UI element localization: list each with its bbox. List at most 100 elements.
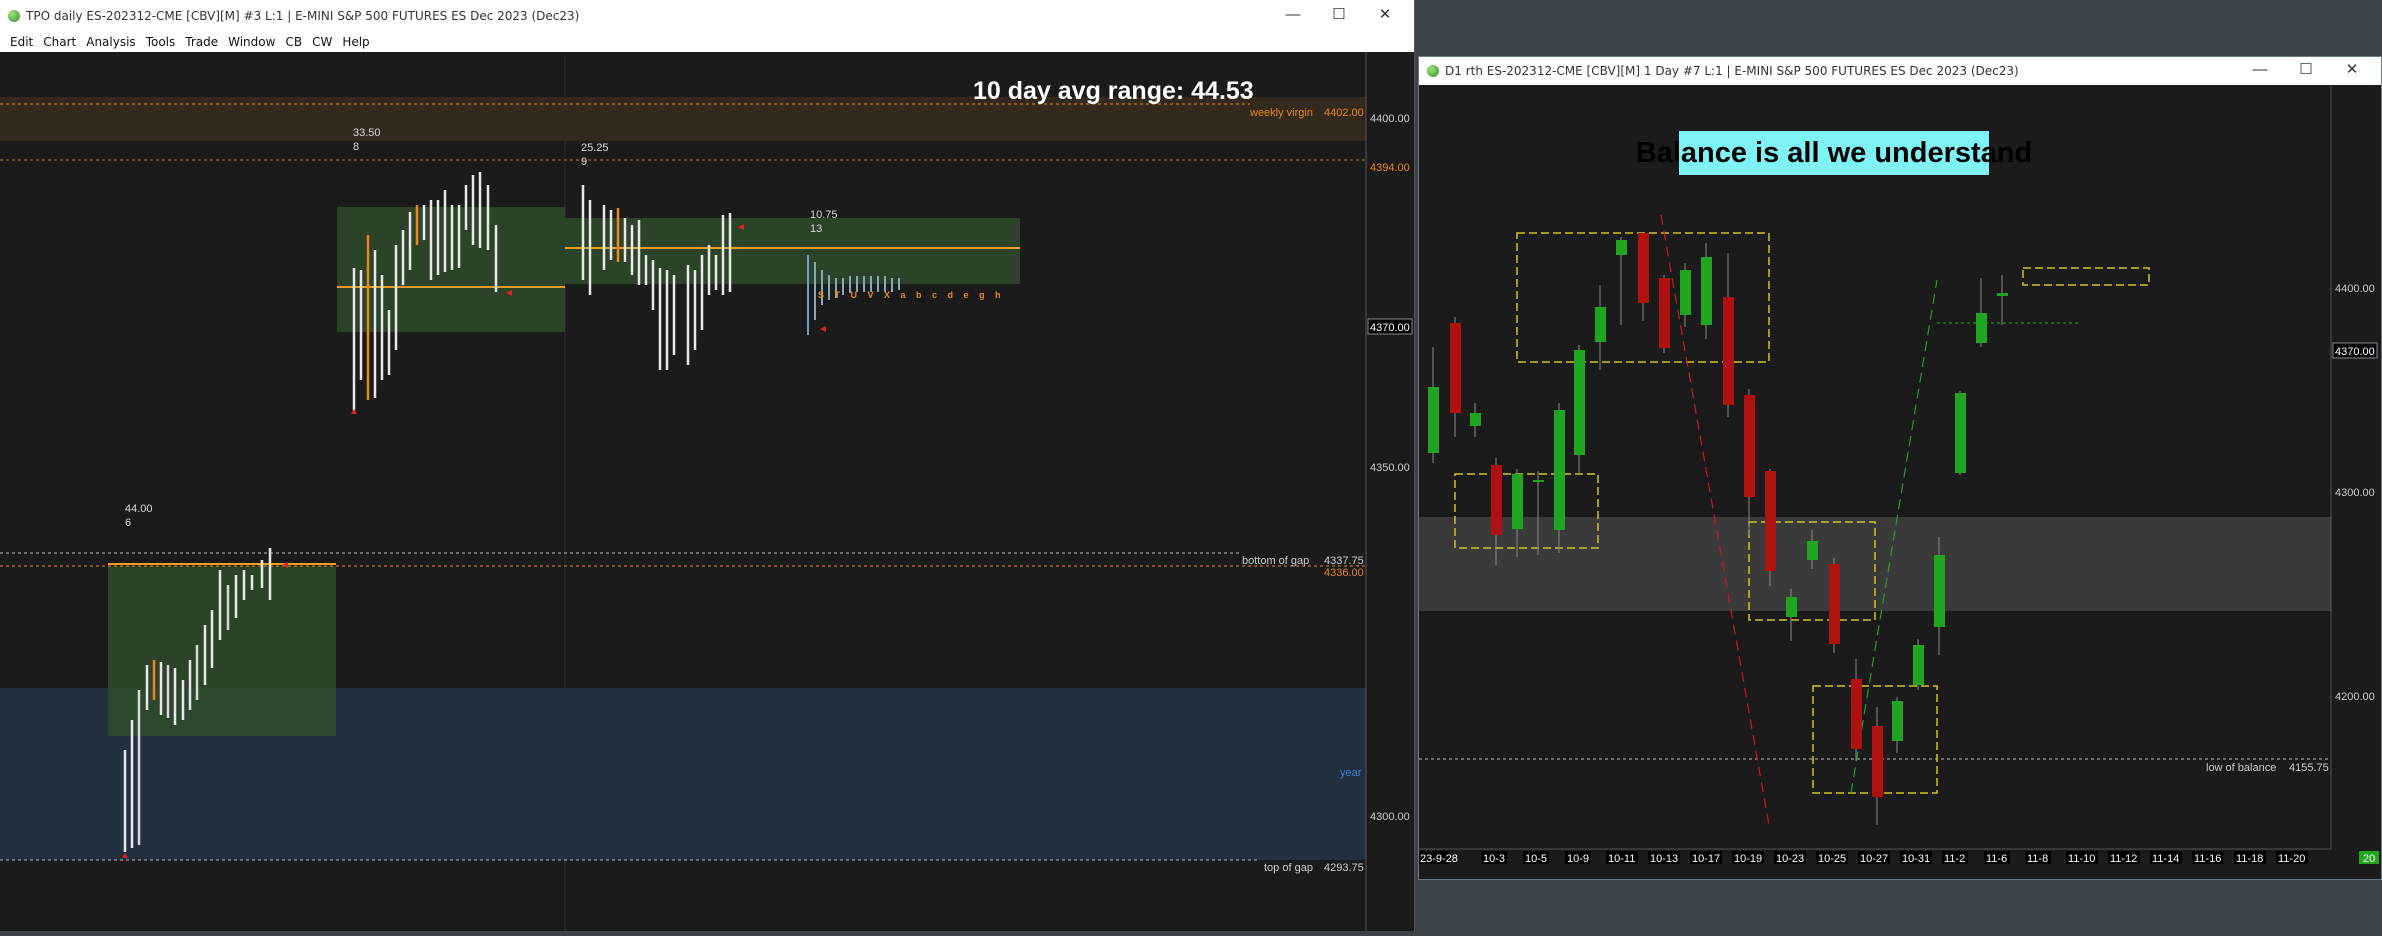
top-gap-price: 4293.75 — [1324, 862, 1364, 874]
low-balance-label: low of balance — [2206, 762, 2276, 774]
level-4336-price: 4336.00 — [1324, 567, 1364, 579]
date-tick: 10-13 — [1650, 853, 1678, 865]
menu-edit[interactable]: Edit — [10, 35, 33, 49]
year-label: year — [1340, 767, 1362, 779]
price-tick-4300: 4300.00 — [2335, 487, 2375, 499]
candle-bear — [1723, 297, 1734, 405]
date-tick: 11-16 — [2194, 853, 2221, 865]
date-tick: 10-23 — [1776, 853, 1804, 865]
date-tick: 11-20 — [2278, 853, 2305, 865]
profile-range-label: 44.00 — [125, 503, 153, 515]
minimize-button[interactable]: — — [1270, 0, 1316, 32]
candle-bear — [1765, 471, 1776, 571]
candle-bull — [1595, 307, 1606, 342]
price-axis[interactable] — [1366, 52, 1414, 931]
candle-bull — [1997, 293, 2008, 296]
menu-help[interactable]: Help — [342, 35, 369, 49]
menu-analysis[interactable]: Analysis — [86, 35, 135, 49]
candle-bear — [1829, 564, 1840, 644]
menu-bar: Edit Chart Analysis Tools Trade Window C… — [0, 32, 1414, 52]
d1-titlebar[interactable]: D1 rth ES-202312-CME [CBV][M] 1 Day #7 L… — [1419, 57, 2381, 85]
price-tick-4300: 4300.00 — [1370, 811, 1410, 823]
candle-bull — [1913, 645, 1924, 685]
bottom-gap-price: 4337.75 — [1324, 555, 1364, 567]
candle-bull — [1470, 413, 1481, 426]
price-tick-4370: 4370.00 — [2335, 346, 2375, 358]
d1-chart-area[interactable]: low of balance 4155.75 Balance is all we… — [1419, 85, 2381, 879]
candle-bull — [1428, 387, 1439, 453]
price-tick-4370: 4370.00 — [1370, 322, 1410, 334]
price-tick-4400: 4400.00 — [2335, 283, 2375, 295]
avg-range-text: 10 day avg range: 44.53 — [973, 77, 1254, 105]
tpo-letters-row: S T U V X a b c d e g h — [818, 290, 1005, 300]
menu-window[interactable]: Window — [228, 35, 275, 49]
corner-badge-text: 20 — [2363, 853, 2375, 865]
menu-trade[interactable]: Trade — [185, 35, 218, 49]
date-tick: 10-19 — [1734, 853, 1762, 865]
date-tick: 10-11 — [1608, 853, 1635, 865]
profile-range-label: 10.75 — [810, 209, 838, 221]
profile-count-label: 9 — [581, 156, 587, 168]
candle-bear — [1659, 278, 1670, 348]
profile-range-label: 25.25 — [581, 142, 609, 154]
candle-bear — [1744, 395, 1755, 497]
date-tick: 11-8 — [2027, 853, 2048, 865]
menu-cw[interactable]: CW — [312, 35, 332, 49]
bottom-gap-label: bottom of gap — [1242, 555, 1309, 567]
maximize-button[interactable]: ☐ — [1316, 0, 1362, 32]
value-area-day1 — [108, 566, 336, 736]
candle-bull — [1554, 410, 1565, 530]
price-tick-4400: 4400.00 — [1370, 113, 1410, 125]
price-tick-4200: 4200.00 — [2335, 691, 2375, 703]
date-tick: 11-2 — [1944, 853, 1965, 865]
date-tick: 10-31 — [1902, 853, 1930, 865]
profile-count-label: 6 — [125, 517, 131, 529]
profile-count-label: 13 — [810, 223, 822, 235]
candle-bull — [1616, 240, 1627, 255]
maximize-button[interactable]: ☐ — [2283, 57, 2329, 85]
date-tick: 11-10 — [2068, 853, 2095, 865]
profile-count-label: 8 — [353, 141, 359, 153]
candle-bull — [1512, 474, 1523, 529]
candle-bear — [1491, 465, 1502, 535]
candle-bull — [1680, 270, 1691, 315]
low-balance-price: 4155.75 — [2289, 762, 2329, 774]
close-button[interactable]: ✕ — [2329, 57, 2375, 85]
menu-tools[interactable]: Tools — [146, 35, 176, 49]
date-tick: 11-18 — [2236, 853, 2263, 865]
candle-bull — [1892, 701, 1903, 741]
top-gap-label: top of gap — [1264, 862, 1313, 874]
d1-window-title: D1 rth ES-202312-CME [CBV][M] 1 Day #7 L… — [1445, 64, 2019, 78]
price-tick-4394: 4394.00 — [1370, 162, 1410, 174]
date-tick: 10-9 — [1567, 853, 1589, 865]
weekly-virgin-price: 4402.00 — [1324, 107, 1364, 119]
candle-doji — [1533, 480, 1544, 482]
tpo-titlebar[interactable]: TPO daily ES-202312-CME [CBV][M] #3 L:1 … — [0, 0, 1414, 32]
candle-bull — [1955, 393, 1966, 473]
profile-range-label: 33.50 — [353, 127, 381, 139]
candle-bear — [1851, 679, 1862, 749]
candle-bull — [1574, 350, 1585, 455]
menu-chart[interactable]: Chart — [43, 35, 76, 49]
candle-bull — [1934, 555, 1945, 627]
date-tick: 23-9-28 — [1420, 853, 1458, 865]
date-tick: 11-6 — [1986, 853, 2007, 865]
banner-text: Balance is all we understand — [1636, 137, 2032, 169]
minimize-button[interactable]: — — [2237, 57, 2283, 85]
candle-bull — [1701, 257, 1712, 325]
candle-bull — [1786, 597, 1797, 617]
candle-bear — [1638, 233, 1649, 303]
tpo-chart-svg[interactable]: S T U V X a b c d e g h 44.00 6 33.50 8 … — [0, 52, 1414, 931]
candle-bull — [1976, 313, 1987, 343]
close-button[interactable]: ✕ — [1362, 0, 1408, 32]
menu-cb[interactable]: CB — [285, 35, 302, 49]
date-tick: 10-3 — [1483, 853, 1505, 865]
candle-bear — [1872, 726, 1883, 797]
date-tick: 10-17 — [1692, 853, 1720, 865]
date-tick: 11-14 — [2152, 853, 2179, 865]
weekly-virgin-label: weekly virgin — [1249, 107, 1313, 119]
tpo-chart-area[interactable]: S T U V X a b c d e g h 44.00 6 33.50 8 … — [0, 52, 1414, 931]
d1-chart-svg[interactable]: low of balance 4155.75 Balance is all we… — [1419, 85, 2381, 879]
date-tick: 10-5 — [1525, 853, 1547, 865]
candle-bear — [1450, 323, 1461, 413]
